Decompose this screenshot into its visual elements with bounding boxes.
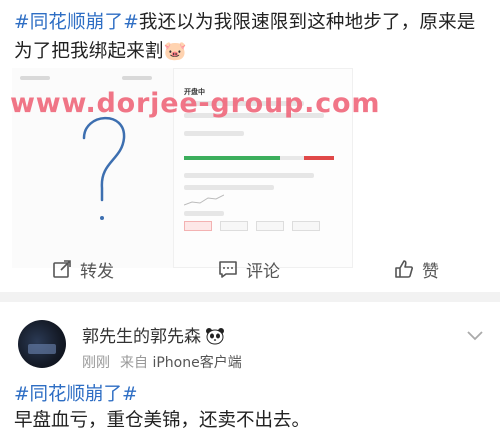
comment-button[interactable]: 评论	[218, 256, 280, 282]
comment-label: 评论	[246, 261, 280, 282]
post-card: #同花顺崩了#我还以为我限速限到这种地步了，原来是为了把我绑起来割🐷 开盘中 w…	[0, 0, 500, 290]
comment-body: #同花顺崩了# 早盘血亏，重仓美锦，还卖不出去。	[14, 382, 490, 434]
comment-hashtag[interactable]: #同花顺崩了#	[14, 382, 490, 408]
watermark: www.dorjee-group.com	[10, 88, 381, 119]
source-prefix: 来自	[120, 355, 148, 371]
shot-button-1	[184, 221, 212, 231]
post-hashtag[interactable]: #同花顺崩了#	[14, 12, 139, 33]
panda-icon	[206, 328, 224, 345]
source-client: iPhone客户端	[152, 355, 242, 371]
repost-label: 转发	[80, 261, 114, 282]
action-bar: 转发 评论 赞	[0, 248, 500, 288]
question-mark-drawing	[82, 116, 126, 220]
shot-button-2	[220, 221, 248, 231]
section-divider	[0, 292, 500, 302]
comment-text: 早盘血亏，重仓美锦，还卖不出去。	[14, 410, 311, 431]
avatar[interactable]	[18, 320, 66, 368]
post-body: #同花顺崩了#我还以为我限速限到这种地步了，原来是为了把我绑起来割🐷	[14, 8, 488, 66]
comment-card: 郭先生的郭先森 刚刚 来自 iPhone客户端 #同花顺崩了# 早盘血亏，重仓美锦…	[0, 302, 500, 444]
repost-button[interactable]: 转发	[52, 256, 114, 282]
thumbs-up-icon	[395, 260, 413, 278]
distribution-bar	[184, 156, 334, 160]
like-button[interactable]: 赞	[394, 256, 439, 282]
chevron-down-icon[interactable]	[466, 330, 484, 342]
shot-button-4	[292, 221, 320, 231]
comment-icon	[219, 261, 237, 278]
username[interactable]: 郭先生的郭先森	[82, 327, 201, 347]
comment-meta: 刚刚 来自 iPhone客户端	[82, 352, 242, 372]
like-label: 赞	[422, 261, 439, 282]
comment-time: 刚刚	[82, 355, 110, 371]
repost-icon	[53, 260, 71, 278]
username-row: 郭先生的郭先森	[82, 322, 225, 347]
shot-button-3	[256, 221, 284, 231]
